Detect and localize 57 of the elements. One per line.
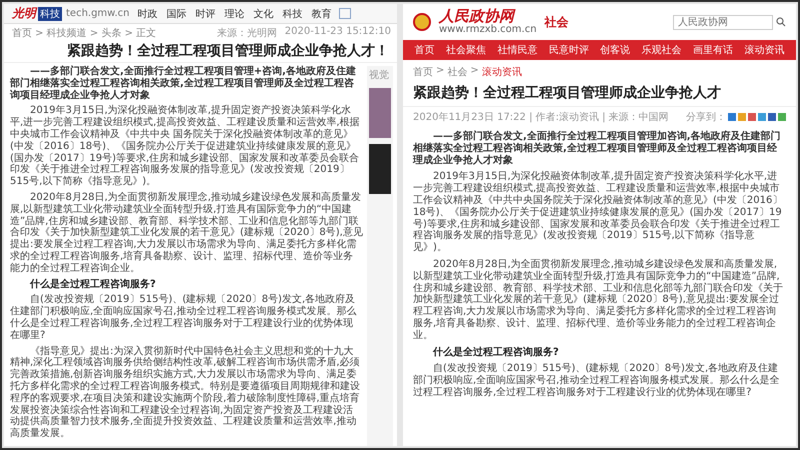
search-field[interactable]: 人民政协网 (673, 14, 773, 30)
article-paragraph: 2019年3月15日,为深化投融资体制改革,提升固定资产投资决策科学化水平,进一步完善工程建设组织模式,提高投资效益、工程建设质量和运营效率,根据中央城市工作会议精神及《中共中央 国务院关于深化投融资体制改革的意见》(中发〔2016〕18号)、《国务院办公厅关于促进建筑业持续健康发展的意见》(国办发〔2017〕19号)等要求,住房和城乡建设部、国家发展和改革委员会联合印发《关于推进全过程工程咨询服务发展的指导意见》(发改投资规〔2019〕515号,以下简称《指导意见》)。 (10, 105, 361, 188)
share-label: 分享到： (686, 110, 726, 124)
nav-link[interactable]: 教育 (311, 6, 332, 20)
article-time: 2020-11-23 15:12:10 (284, 26, 391, 39)
article-source: 来源：光明网 (216, 26, 277, 40)
logo-text[interactable]: 光明 (12, 5, 36, 22)
search-icon[interactable] (776, 17, 786, 27)
breadcrumb-link[interactable]: 首页 (413, 65, 433, 79)
article-meta: 2020年11月23日 17:22 | 作者:滚动资讯 | 来源：中国网 (413, 110, 669, 124)
nav-link[interactable]: 创客说 (600, 43, 630, 57)
nav-link[interactable]: 科技 (282, 6, 302, 20)
site-domain: tech.gmw.cn (66, 8, 130, 18)
article-lede: ——多部门联合发文,全面推行全过程工程项目管理加咨询,各地政府及住建部门相继落实全过程工程咨询相关政策,全过程工程项目管理师及全过程工程咨询项目经理成企业争抢人才对象 (413, 131, 782, 166)
article-paragraph: 《指导意见》提出:为深入贯彻新时代中国特色社会主义思想和党的十九大精神,深化工程领域咨询服务供给侧结构性改革,破解工程咨询市场供需矛盾,必须完善政策措施,创新咨询服务组织实施方式,大力发展以市场需求为导向、满足委托方多样化需求的全过程工程咨询服务模式。特别是要遵循项目周期规律和建设程序的客观要求,在项目决策和建设实施两个阶段,着力破除制度性障碍,重点培育发展投资决策综合性咨询和工程建设全过程咨询,为固定资产投资及工程建设活动提供高质量智力技术服务,全面提升投资效益、工程建设质量和运营效率,推动高质量发展。 (10, 346, 361, 440)
share-icon[interactable] (778, 113, 786, 121)
breadcrumb-separator: > (436, 65, 444, 78)
nav-link[interactable]: 民意时评 (548, 43, 589, 57)
share-icon[interactable] (748, 113, 756, 121)
section-heading: 什么是全过程工程咨询服务? (432, 346, 560, 358)
breadcrumb-separator: > (470, 65, 479, 78)
breadcrumb-link[interactable]: 社会 (447, 65, 468, 79)
nav-link[interactable]: 理论 (224, 6, 244, 20)
photo-placeholder[interactable] (369, 144, 391, 194)
emblem-icon[interactable] (413, 13, 431, 31)
nav-link[interactable]: 乐观社会 (642, 43, 682, 57)
nav-link[interactable]: 社情民意 (497, 43, 538, 57)
site-domain: www.rmzxb.com.cn (439, 24, 537, 35)
article-paragraph: 2019年3月15日,为深化投融资体制改革,提升固定资产投资决策科学化水平,进一步完善工程建设组织模式,提高投资效益、工程建设质量和运营效率,根据中央城市工作会议精神及《中共中央国务院关于深化投融资体制改革的意见》(中发〔2016〕18号)、《国务院办公厅关于促进建筑业持续健康发展的意见》(国办发〔2017〕19号)等要求,住房和城乡建设部、国家发展和改革委员会联合印发《关于推进全过程工程咨询服务发展的指导意见》(发改投资规〔2019〕515号,以下简称《指导意见》)。 (413, 171, 784, 254)
share-icon[interactable] (768, 113, 776, 121)
article-paragraph: 自(发改投资规〔2019〕515号)、(建标规〔2020〕8号)发文,各地政府及住建部门积极响应,全面响应国家号召,推动全过程工程咨询服务模式发展。那么什么是全过程工程咨询服务,全过程工程咨询服务对于工程建设行业的优势体现在哪里? (413, 363, 780, 399)
nav-link[interactable]: 文化 (253, 6, 274, 20)
share-icon[interactable] (728, 113, 736, 121)
breadcrumb-link[interactable]: 滚动资讯 (482, 65, 522, 79)
channel-badge[interactable]: 科技 (38, 6, 62, 20)
nav-link[interactable]: 国际 (166, 6, 186, 20)
grid-icon[interactable] (339, 8, 352, 19)
article-lede: ——多部门联合发文,全面推行全过程工程项目管理+咨询,各地政府及住建部门相继落实全过程工程咨询相关政策,全过程工程项目管理师及全过程工程咨询项目经理成企业争抢人才对象 (10, 66, 357, 102)
article-paragraph: 2020年8月28日,为全面贯彻新发展理念,推动城乡建设绿色发展和高质量发展,以新型建筑工业化带动建筑业全面转型升级,打造具有国际竞争力的“中国建造”品牌,住房和城乡建设部、教育部、科学技术部、工业和信息化部等九部门联合印发《关于加快新型建筑工业化发展的若干意见》(建标规〔2020〕8号),意见提出:要发展全过程工程咨询,大力发展以市场需求为导向、满足委托方多样化需求的全过程工程咨询服务,培育具备勘察、设计、监理、招标代理、造价等业务能力的全过程工程咨询企业。 (10, 192, 363, 275)
channel-title: 社会 (544, 14, 569, 30)
article-paragraph: 2020年8月28日,为全面贯彻新发展理念,推动城乡建设绿色发展和高质量发展,以新型建筑工业化带动建筑业全面转型升级,打造具有国际竞争力的“中国建造”品牌,住房和城乡建设部、教育部、科学技术部、工业和信息化部等九部门联合印发《关于加快新型建筑工业化发展的若干意见》(建标规〔2020〕8号),意见提出:要发展全过程工程咨询,大力发展以市场需求为导向、满足委托方多样化需求的全过程工程咨询服务,培育具备勘察、设计、监理、招标代理、造价等业务能力的全过程工程咨询企业。 (413, 258, 784, 342)
article-title: 紧跟趋势！全过程工程项目管理师成企业争抢人才 (412, 84, 722, 103)
article-paragraph: 自(发改投资规〔2019〕515号)、(建标规〔2020〕8号)发文,各地政府及住建部门积极响应,全面响应国家号召,推动全过程工程咨询服务模式发展。那么什么是全过程工程咨询服务,全过程工程咨询服务对于工程建设行业的优势体现在哪里? (10, 294, 358, 342)
logo-text[interactable]: 人民政协网 (439, 9, 537, 24)
article-title: 紧跟趋势！全过程工程项目管理师成企业争抢人才！ (4, 42, 397, 63)
breadcrumb: 首页 > 科技频道 > 头条 > 正文 (11, 26, 158, 41)
nav-link[interactable]: 时政 (137, 6, 158, 20)
nav-link[interactable]: 时评 (195, 6, 216, 20)
nav-link[interactable]: 画里有话 (692, 43, 733, 57)
nav-link[interactable]: 首页 (414, 43, 435, 57)
share-icon[interactable] (738, 113, 746, 121)
nav-link[interactable]: 滚动资讯 (744, 43, 784, 57)
photo-placeholder[interactable] (369, 88, 391, 138)
sidebar-heading: 视觉 (369, 68, 390, 82)
section-heading: 什么是全过程工程咨询服务? (28, 278, 157, 290)
share-icon[interactable] (758, 113, 766, 121)
nav-link[interactable]: 社会聚焦 (446, 43, 486, 57)
